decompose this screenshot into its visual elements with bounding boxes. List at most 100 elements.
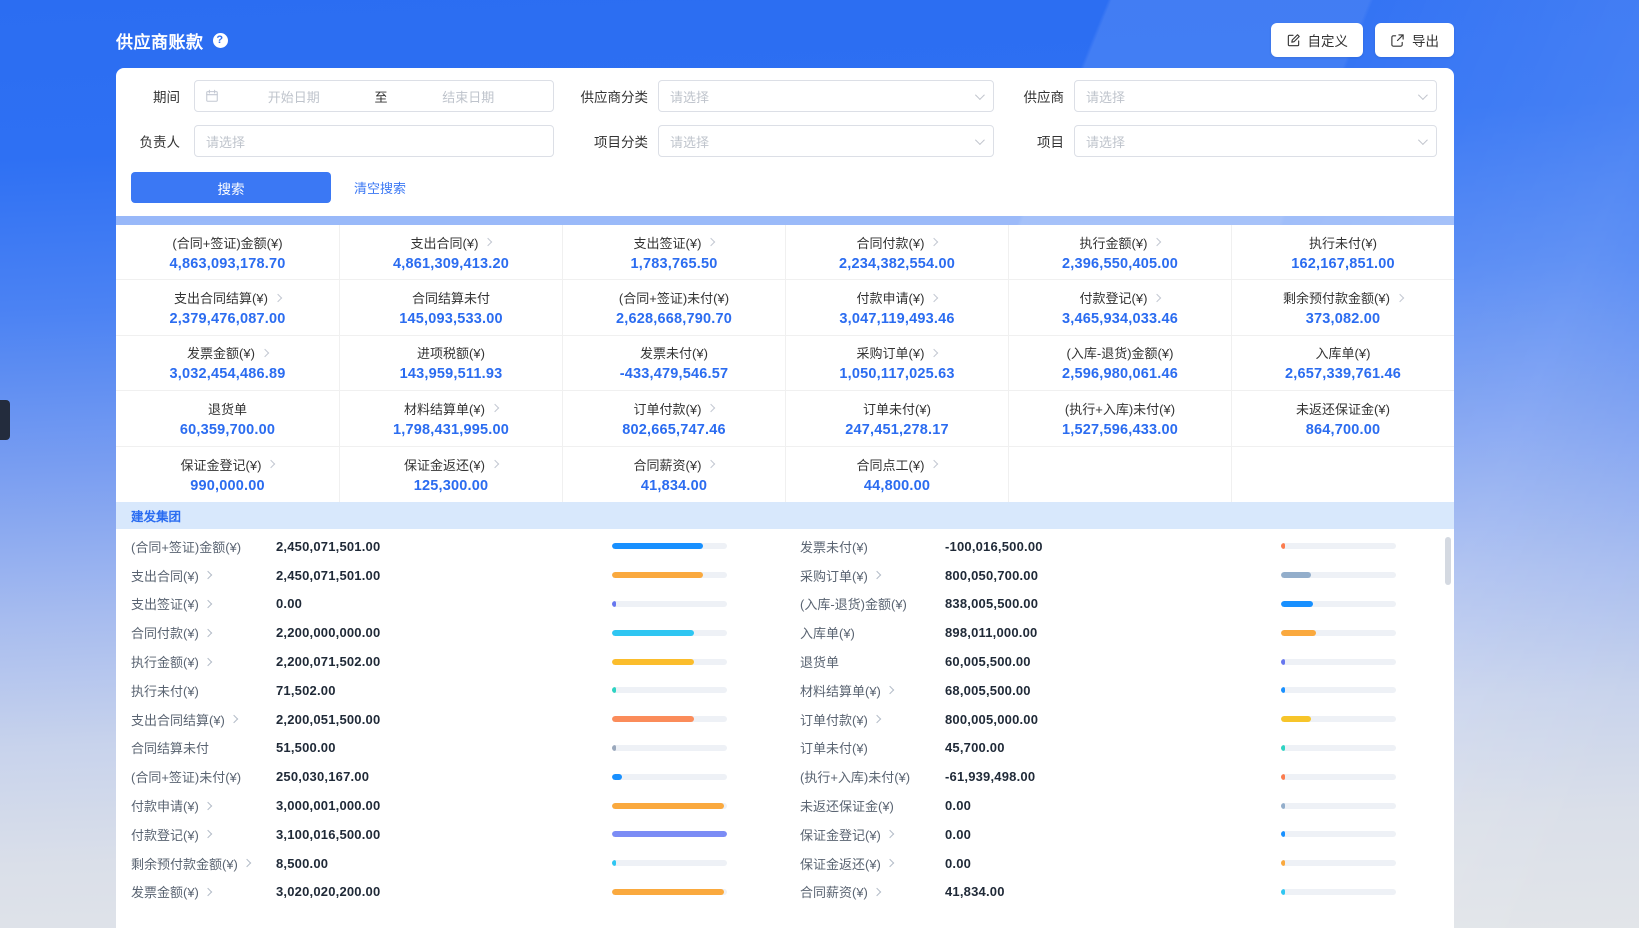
- summary-cell-value: 1,527,596,433.00: [1062, 422, 1178, 438]
- progress-bar-fill: [612, 745, 616, 751]
- export-button[interactable]: 导出: [1375, 23, 1454, 57]
- chevron-right-icon[interactable]: [204, 830, 212, 838]
- detail-row-label: 发票未付(¥): [800, 537, 868, 556]
- detail-row-label: 退货单: [800, 652, 839, 671]
- detail-row: 保证金登记(¥)0.00: [800, 820, 1396, 849]
- summary-cell: 发票未付(¥)-433,479,546.57: [562, 336, 785, 391]
- customize-button[interactable]: 自定义: [1271, 23, 1364, 57]
- help-icon[interactable]: ?: [213, 33, 228, 48]
- summary-cell[interactable]: 付款登记(¥)3,465,934,033.46: [1008, 280, 1231, 335]
- summary-cell-value: 2,657,339,761.46: [1285, 366, 1401, 382]
- end-date-placeholder[interactable]: 结束日期: [394, 87, 544, 106]
- summary-cell[interactable]: 订单付款(¥)802,665,747.46: [562, 391, 785, 446]
- detail-row-labelwrap: 支出签证(¥): [131, 594, 276, 613]
- clear-search-link[interactable]: 清空搜索: [354, 178, 406, 197]
- summary-cell[interactable]: 合同点工(¥)44,800.00: [785, 447, 1008, 502]
- chevron-right-icon[interactable]: [873, 571, 881, 579]
- summary-cell[interactable]: 支出合同结算(¥)2,379,476,087.00: [116, 280, 339, 335]
- chevron-right-icon: [930, 349, 938, 357]
- detail-row-value: 2,450,071,501.00: [276, 539, 380, 554]
- summary-cell[interactable]: 保证金返还(¥)125,300.00: [339, 447, 562, 502]
- summary-cell-label: 退货单: [208, 399, 247, 418]
- progress-bar: [1281, 543, 1396, 549]
- chevron-right-icon[interactable]: [886, 686, 894, 694]
- detail-row-value: 45,700.00: [945, 740, 1005, 755]
- chevron-right-icon[interactable]: [243, 859, 251, 867]
- detail-row-labelwrap: 保证金返还(¥): [800, 854, 945, 873]
- summary-cell[interactable]: 材料结算单(¥)1,798,431,995.00: [339, 391, 562, 446]
- progress-bar: [1281, 774, 1396, 780]
- detail-row-label: 剩余预付款金额(¥): [131, 854, 238, 873]
- detail-row-labelwrap: 合同薪资(¥): [800, 882, 945, 901]
- summary-cell[interactable]: 合同薪资(¥)41,834.00: [562, 447, 785, 502]
- summary-cell[interactable]: 采购订单(¥)1,050,117,025.63: [785, 336, 1008, 391]
- chevron-right-icon: [1153, 238, 1161, 246]
- company-name[interactable]: 建发集团: [131, 506, 181, 525]
- progress-bar: [612, 716, 727, 722]
- detail-row-labelwrap: 支出合同(¥): [131, 566, 276, 585]
- detail-row-labelwrap: 执行未付(¥): [131, 681, 276, 700]
- detail-row-label: 未返还保证金(¥): [800, 796, 894, 815]
- chevron-right-icon[interactable]: [204, 657, 212, 665]
- summary-cell[interactable]: 剩余预付款金额(¥)373,082.00: [1231, 280, 1454, 335]
- chevron-right-icon[interactable]: [873, 715, 881, 723]
- owner-select[interactable]: 请选择: [194, 125, 554, 157]
- chevron-right-icon[interactable]: [204, 801, 212, 809]
- supplier-select[interactable]: 请选择: [1074, 80, 1437, 112]
- detail-row-value: 898,011,000.00: [945, 625, 1037, 640]
- detail-row-labelwrap: 付款登记(¥): [131, 825, 276, 844]
- chevron-right-icon[interactable]: [886, 830, 894, 838]
- detail-row: (执行+入库)未付(¥)-61,939,498.00: [800, 762, 1396, 791]
- search-row: 搜索 清空搜索: [116, 172, 1454, 203]
- summary-cell: 合同结算未付145,093,533.00: [339, 280, 562, 335]
- filter-panel: 期间 开始日期 至 结束日期 供应商分类 请选择 供应商 请选择 负责人 请选择…: [116, 68, 1454, 216]
- summary-cell[interactable]: 发票金额(¥)3,032,454,486.89: [116, 336, 339, 391]
- summary-cell-value: 4,863,093,178.70: [169, 256, 285, 272]
- detail-row: 执行金额(¥)2,200,071,502.00: [131, 647, 727, 676]
- project-select[interactable]: 请选择: [1074, 125, 1437, 157]
- chevron-right-icon[interactable]: [204, 600, 212, 608]
- company-detail: (合同+签证)金额(¥)2,450,071,501.00支出合同(¥)2,450…: [116, 529, 1454, 906]
- detail-row-value: 8,500.00: [276, 856, 328, 871]
- detail-row-label: 材料结算单(¥): [800, 681, 881, 700]
- summary-cell-value: 1,783,765.50: [630, 256, 717, 272]
- chevron-down-icon: [1418, 135, 1428, 145]
- detail-row-value: 0.00: [945, 856, 971, 871]
- summary-cell-label: 付款登记(¥): [1080, 288, 1148, 307]
- supplier-category-select[interactable]: 请选择: [658, 80, 994, 112]
- chevron-right-icon[interactable]: [873, 888, 881, 896]
- summary-cell[interactable]: 执行金额(¥)2,396,550,405.00: [1008, 225, 1231, 280]
- chevron-right-icon[interactable]: [204, 628, 212, 636]
- detail-row-labelwrap: 订单付款(¥): [800, 710, 945, 729]
- detail-row: 剩余预付款金额(¥) 8,500.00: [131, 849, 727, 878]
- detail-row-label: 订单未付(¥): [800, 738, 868, 757]
- detail-row-label: 采购订单(¥): [800, 566, 868, 585]
- detail-row: 合同薪资(¥)41,834.00: [800, 878, 1396, 907]
- progress-bar-fill: [612, 774, 622, 780]
- summary-cell[interactable]: 保证金登记(¥)990,000.00: [116, 447, 339, 502]
- summary-cell-label: 支出签证(¥): [634, 233, 702, 252]
- chevron-right-icon[interactable]: [230, 715, 238, 723]
- summary-cell[interactable]: 付款申请(¥)3,047,119,493.46: [785, 280, 1008, 335]
- detail-row: (入库-退货)金额(¥)838,005,500.00: [800, 590, 1396, 619]
- summary-cell[interactable]: 支出签证(¥) 1,783,765.50: [562, 225, 785, 280]
- project-category-select[interactable]: 请选择: [658, 125, 994, 157]
- chevron-right-icon[interactable]: [886, 859, 894, 867]
- chevron-right-icon: [930, 460, 938, 468]
- summary-cell[interactable]: 合同付款(¥)2,234,382,554.00: [785, 225, 1008, 280]
- scrollbar-thumb[interactable]: [1445, 537, 1451, 585]
- export-label: 导出: [1412, 30, 1439, 50]
- summary-cell[interactable]: 支出合同(¥)4,861,309,413.20: [339, 225, 562, 280]
- search-button[interactable]: 搜索: [131, 172, 331, 203]
- detail-row-value: 51,500.00: [276, 740, 336, 755]
- summary-cell-value: 162,167,851.00: [1291, 256, 1395, 272]
- start-date-placeholder[interactable]: 开始日期: [219, 87, 369, 106]
- summary-cell-value: 2,596,980,061.46: [1062, 366, 1178, 382]
- sidebar-collapse-handle[interactable]: [0, 400, 10, 440]
- chevron-right-icon[interactable]: [204, 888, 212, 896]
- chevron-right-icon[interactable]: [204, 571, 212, 579]
- project-placeholder: 请选择: [1086, 132, 1125, 151]
- date-range-input[interactable]: 开始日期 至 结束日期: [194, 80, 554, 112]
- summary-cell-value: 990,000.00: [190, 478, 265, 494]
- progress-bar: [612, 687, 727, 693]
